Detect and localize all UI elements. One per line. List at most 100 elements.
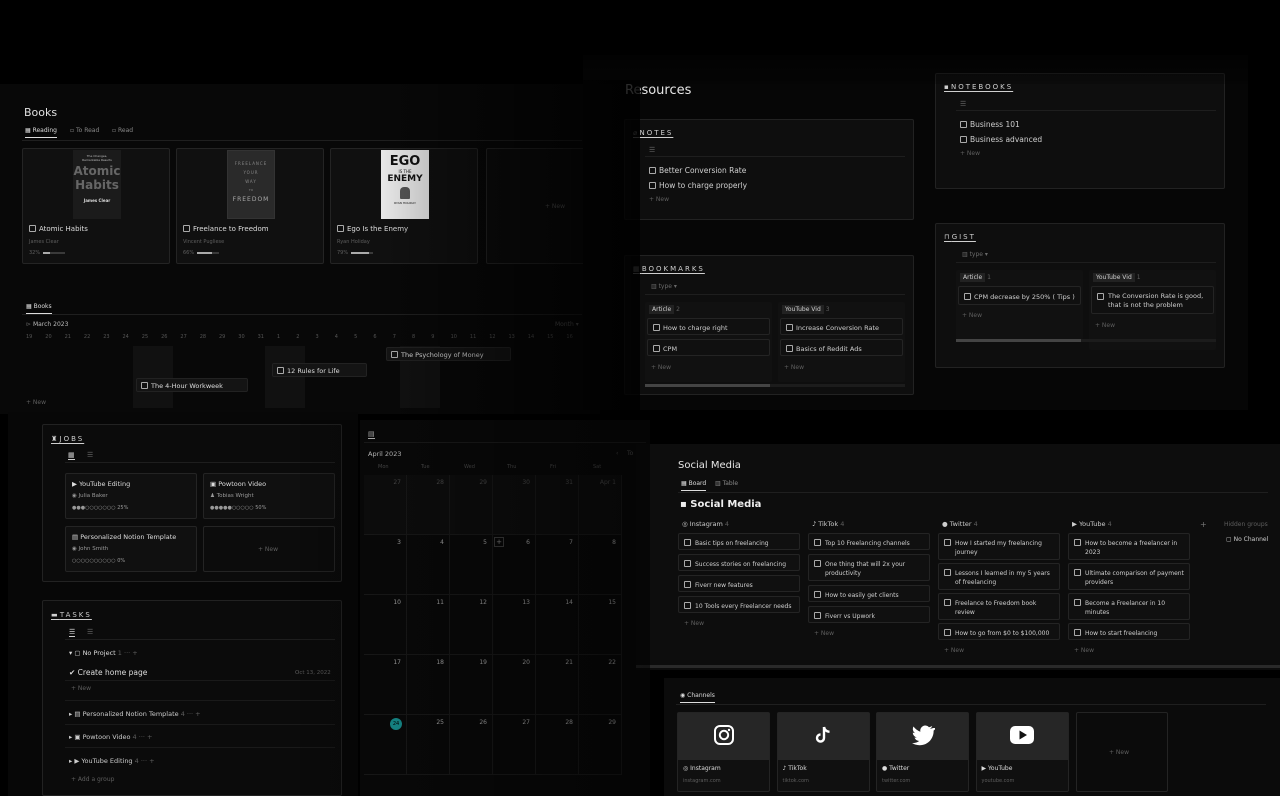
timeline-new-button[interactable]: + New — [26, 399, 46, 406]
calendar-day[interactable]: 4 — [407, 535, 450, 595]
task-group[interactable]: ▸ ▤ Personalized Notion Template 4 ··· + — [69, 710, 201, 718]
new-button[interactable]: + New — [814, 630, 834, 637]
collapse-icon[interactable]: ⊳ — [26, 321, 33, 328]
calendar-day[interactable]: 27 — [493, 715, 536, 775]
channels-tab[interactable]: ◉ Channels — [680, 692, 715, 703]
calendar-day[interactable]: 22 — [579, 655, 622, 715]
calendar-day[interactable]: 30 — [493, 475, 536, 535]
calendar-day[interactable]: 28 — [407, 475, 450, 535]
social-post-card[interactable]: Ultimate comparison of payment providers — [1068, 563, 1190, 590]
calendar-day[interactable]: 19 — [450, 655, 493, 715]
social-post-card[interactable]: How to start freelancing — [1068, 623, 1190, 640]
calendar-day[interactable]: 26 — [450, 715, 493, 775]
new-button[interactable]: + New — [944, 647, 964, 654]
list-view-icon[interactable]: ☰ — [87, 628, 93, 636]
channel-card[interactable]: ◎ Instagram instagram.com — [677, 712, 770, 792]
calendar-day[interactable]: 13 — [493, 595, 536, 655]
bookmark-card[interactable]: How to charge right — [647, 318, 770, 335]
scrollbar[interactable] — [645, 384, 905, 387]
calendar-day[interactable]: 15 — [579, 595, 622, 655]
add-group-button[interactable]: + Add a group — [71, 776, 114, 783]
new-channel-card[interactable]: + New — [1076, 712, 1168, 792]
group-by-select[interactable]: ▥ type ▾ — [962, 251, 988, 258]
calendar-day[interactable]: 8 — [579, 535, 622, 595]
calendar-day[interactable]: 3 — [364, 535, 407, 595]
timeline-item[interactable]: The 4-Hour Workweek — [136, 378, 248, 392]
calendar-day[interactable]: 24 — [364, 715, 407, 775]
calendar-day[interactable]: 29 — [579, 715, 622, 775]
social-post-card[interactable]: 10 Tools every Freelancer needs — [678, 596, 800, 613]
social-post-card[interactable]: Top 10 Freelancing channels — [808, 533, 930, 550]
gist-card[interactable]: The Conversion Rate is good, that is not… — [1091, 286, 1214, 314]
scrollbar[interactable] — [636, 665, 1280, 668]
calendar-day[interactable]: 21 — [536, 655, 579, 715]
timeline-item[interactable]: 12 Rules for Life — [272, 363, 367, 377]
tab-board[interactable]: ▦ Board — [681, 480, 707, 491]
tab-table[interactable]: ▥ Table — [715, 480, 738, 487]
new-button[interactable]: + New — [960, 150, 980, 157]
social-post-card[interactable]: One thing that will 2x your productivity — [808, 554, 930, 581]
calendar-day[interactable]: 10 — [364, 595, 407, 655]
calendar-day[interactable]: 11 — [407, 595, 450, 655]
social-post-card[interactable]: Freelance to Freedom book review — [938, 593, 1060, 620]
new-button[interactable]: + New — [784, 364, 804, 371]
social-post-card[interactable]: Fiverr vs Upwork — [808, 606, 930, 623]
book-card[interactable]: EGO IS THE ENEMY RYAN HOLIDAY Ego Is the… — [330, 148, 478, 264]
task-group[interactable]: ▸ ▣ Powtoon Video 4 ··· + — [69, 733, 152, 741]
social-post-card[interactable]: How to become a freelancer in 2023 — [1068, 533, 1190, 560]
calendar-day[interactable]: 27 — [364, 475, 407, 535]
social-post-card[interactable]: Success stories on freelancing — [678, 554, 800, 571]
social-post-card[interactable]: How I started my freelancing journey — [938, 533, 1060, 560]
new-button[interactable]: + New — [71, 685, 91, 692]
more-icon[interactable]: ··· + — [124, 649, 138, 657]
new-job-card[interactable]: + New — [203, 526, 335, 572]
calendar-day[interactable]: 6 — [493, 535, 536, 595]
note-item[interactable]: Better Conversion Rate — [659, 166, 746, 175]
calendar-day[interactable]: 7 — [536, 535, 579, 595]
bookmark-card[interactable]: Increase Conversion Rate — [780, 318, 903, 335]
new-book-card[interactable]: + New — [486, 148, 596, 264]
list-view-icon[interactable]: ☰ — [87, 451, 93, 459]
new-button[interactable]: + New — [651, 364, 671, 371]
tab-reading[interactable]: ▦ Reading — [25, 127, 57, 138]
calendar-day[interactable]: 29 — [450, 475, 493, 535]
new-button[interactable]: + New — [962, 312, 982, 319]
note-item[interactable]: How to charge properly — [659, 181, 747, 190]
new-button[interactable]: + New — [649, 196, 669, 203]
gist-card[interactable]: CPM decrease by 250% ( Tips ) — [958, 286, 1081, 305]
calendar-day[interactable]: 12 — [450, 595, 493, 655]
calendar-day[interactable]: 20 — [493, 655, 536, 715]
new-button[interactable]: + New — [684, 620, 704, 627]
new-button[interactable]: + New — [545, 203, 565, 210]
bookmark-card[interactable]: Basics of Reddit Ads — [780, 339, 903, 356]
group-by-select[interactable]: ▥ type ▾ — [651, 283, 677, 290]
task-group[interactable]: ▸ ▶ YouTube Editing 4 ··· + — [69, 757, 155, 765]
bookmark-card[interactable]: CPM — [647, 339, 770, 356]
job-card[interactable]: ▤ Personalized Notion Template ◉ John Sm… — [65, 526, 197, 572]
new-button[interactable]: + New — [1095, 322, 1115, 329]
add-column-button[interactable]: + — [1200, 520, 1207, 529]
notebook-item[interactable]: Business 101 — [970, 120, 1020, 129]
calendar-day[interactable]: 28 — [536, 715, 579, 775]
book-card[interactable]: The Changes, Remarkable Results Atomic H… — [22, 148, 170, 264]
social-post-card[interactable]: Fiverr new features — [678, 575, 800, 592]
list-view-icon[interactable]: ☰ — [960, 100, 966, 108]
social-post-card[interactable]: Basic tips on freelancing — [678, 533, 800, 550]
check-icon[interactable]: ✔ — [69, 668, 78, 677]
no-channel-group[interactable]: ▢ No Channel — [1226, 536, 1268, 543]
calendar-day[interactable]: 17 — [364, 655, 407, 715]
timeline-item[interactable]: The Psychology of Money — [386, 347, 511, 361]
tab-read[interactable]: ▫ Read — [112, 127, 133, 134]
social-post-card[interactable]: Become a Freelancer in 10 minutes — [1068, 593, 1190, 620]
calendar-day[interactable]: 31 — [536, 475, 579, 535]
calendar-view-icon[interactable]: ▤ — [368, 430, 375, 439]
prev-month-icon[interactable]: ‹ — [616, 450, 618, 457]
calendar-day[interactable]: Apr 1 — [579, 475, 622, 535]
today-button[interactable]: To — [627, 450, 633, 457]
social-post-card[interactable]: How to easily get clients — [808, 585, 930, 602]
list-view-icon[interactable]: ☰ — [69, 628, 76, 637]
job-card[interactable]: ▣ Powtoon Video ♟ Tobias Wright ●●●●●○○○… — [203, 473, 335, 519]
calendar-day[interactable]: 25 — [407, 715, 450, 775]
board-view-icon[interactable]: ▦ — [68, 451, 75, 460]
calendar-day[interactable]: 5 + — [450, 535, 504, 595]
